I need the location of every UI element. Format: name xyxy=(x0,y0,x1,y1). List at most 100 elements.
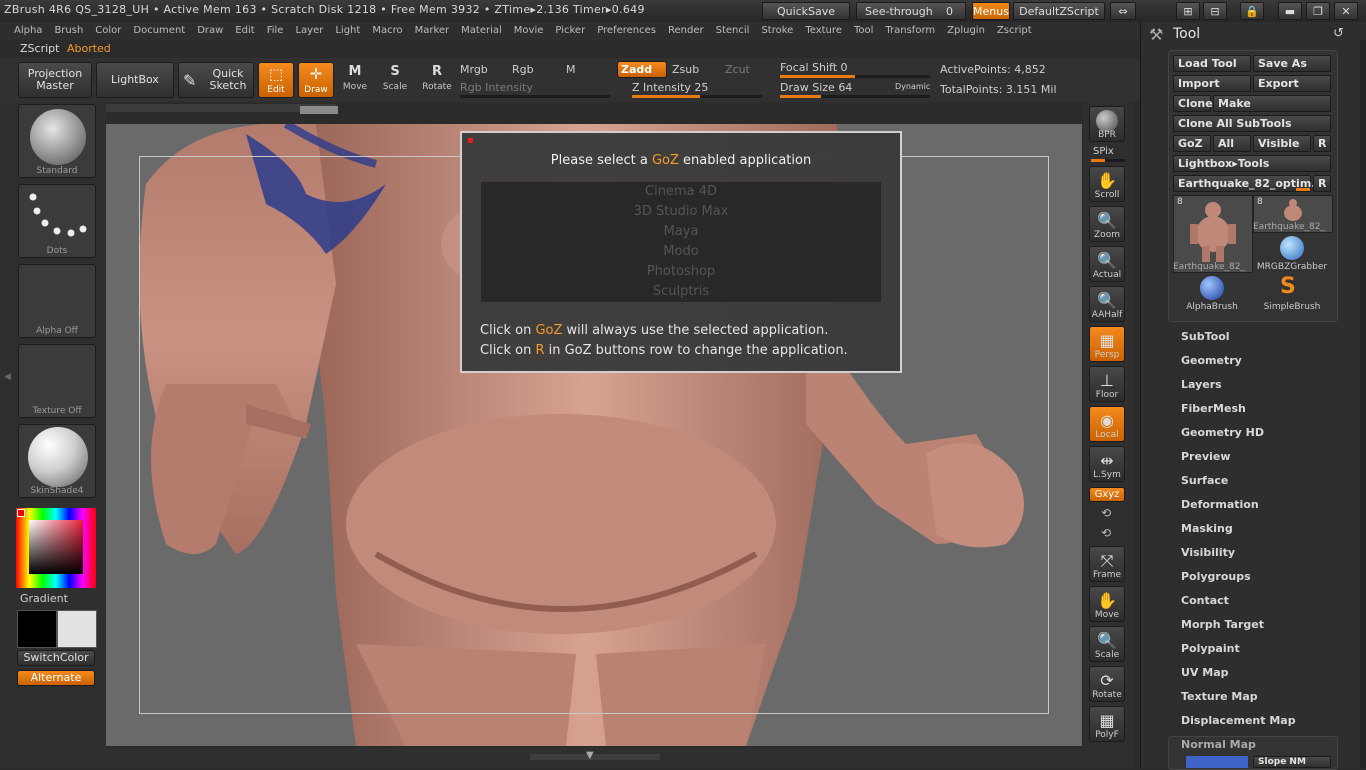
tool-palette-title[interactable]: Tool xyxy=(1173,26,1200,42)
application-list-item[interactable]: 3D Studio Max xyxy=(481,202,881,222)
lightbox-tools-button[interactable]: Lightbox▸Tools xyxy=(1173,155,1331,172)
frame-button[interactable]: ⤧ Frame xyxy=(1089,546,1125,582)
default-zscript-button[interactable]: DefaultZScript xyxy=(1013,2,1105,20)
mrgbz-grabber-icon[interactable] xyxy=(1280,236,1304,260)
menu-document[interactable]: Document xyxy=(127,22,191,40)
draw-button[interactable]: ✛ Draw xyxy=(298,62,334,98)
menu-marker[interactable]: Marker xyxy=(409,22,456,40)
subpalette-polygroups[interactable]: Polygroups xyxy=(1181,570,1251,583)
zoom-button[interactable]: 🔍 Zoom xyxy=(1089,206,1125,242)
tab-strip-thumb[interactable] xyxy=(300,106,338,114)
application-list-item[interactable]: Photoshop xyxy=(481,262,881,282)
alpha-brush-icon[interactable] xyxy=(1200,276,1224,300)
simple-brush-icon[interactable]: S xyxy=(1280,274,1296,299)
current-tool-slider[interactable]: Earthquake_82_optim. xyxy=(1173,175,1315,192)
subpalette-deformation[interactable]: Deformation xyxy=(1181,498,1259,511)
restore-icon[interactable]: ❐ xyxy=(1306,2,1330,20)
goz-button[interactable]: GoZ xyxy=(1173,135,1211,152)
secondary-color-swatch[interactable] xyxy=(17,610,57,648)
import-button[interactable]: Import xyxy=(1173,75,1251,92)
subpalette-texture-map[interactable]: Texture Map xyxy=(1181,690,1258,703)
menu-render[interactable]: Render xyxy=(662,22,710,40)
rgb-intensity-slider[interactable] xyxy=(460,95,610,98)
application-list[interactable]: Cinema 4D 3D Studio Max Maya Modo Photoshop S… xyxy=(481,182,881,302)
menu-transform[interactable]: Transform xyxy=(879,22,941,40)
spix-label[interactable]: SPix xyxy=(1093,146,1114,157)
subpalette-preview[interactable]: Preview xyxy=(1181,450,1231,463)
normal-map-subpalette[interactable]: Normal Map xyxy=(1181,738,1256,751)
z-intensity-slider[interactable] xyxy=(632,95,762,98)
lsym-button[interactable]: ⇹ L.Sym xyxy=(1089,446,1125,482)
texture-thumbnail[interactable]: Texture Off xyxy=(18,344,96,418)
menu-color[interactable]: Color xyxy=(89,22,127,40)
mrgb-button[interactable]: Mrgb xyxy=(460,63,488,76)
local-button[interactable]: ◉ Local xyxy=(1089,406,1125,442)
load-tool-button[interactable]: Load Tool xyxy=(1173,55,1251,72)
menu-texture[interactable]: Texture xyxy=(799,22,848,40)
menu-picker[interactable]: Picker xyxy=(549,22,591,40)
rotate-button[interactable]: R Rotate xyxy=(420,64,454,98)
scale-view-button[interactable]: 🔍 Scale xyxy=(1089,626,1125,662)
slope-nm-button[interactable]: Slope NM xyxy=(1253,756,1331,768)
application-list-item[interactable]: Modo xyxy=(481,242,881,262)
menu-zplugin[interactable]: Zplugin xyxy=(941,22,991,40)
subpalette-geometry[interactable]: Geometry xyxy=(1181,354,1242,367)
menu-layer[interactable]: Layer xyxy=(289,22,329,40)
zadd-button[interactable]: Zadd xyxy=(617,61,667,78)
rotate-z-icon[interactable]: ⟲ xyxy=(1101,526,1111,540)
rotate-view-button[interactable]: ⟳ Rotate xyxy=(1089,666,1125,702)
menu-stroke[interactable]: Stroke xyxy=(755,22,799,40)
main-color-swatch[interactable] xyxy=(57,610,97,648)
goz-visible-button[interactable]: Visible xyxy=(1253,135,1311,152)
subpalette-subtool[interactable]: SubTool xyxy=(1181,330,1230,343)
menu-movie[interactable]: Movie xyxy=(508,22,550,40)
bottom-tray-handle[interactable] xyxy=(530,754,660,760)
actual-button[interactable]: 🔍 Actual xyxy=(1089,246,1125,282)
subpalette-morph-target[interactable]: Morph Target xyxy=(1181,618,1264,631)
focal-shift-slider[interactable] xyxy=(780,75,930,78)
subpalette-polypaint[interactable]: Polypaint xyxy=(1181,642,1240,655)
menu-light[interactable]: Light xyxy=(329,22,366,40)
scroll-button[interactable]: ✋ Scroll xyxy=(1089,166,1125,202)
clone-button[interactable]: Clone xyxy=(1173,95,1213,112)
brush-thumbnail[interactable]: Standard xyxy=(18,104,96,178)
switch-color-button[interactable]: SwitchColor xyxy=(17,650,95,666)
menu-preferences[interactable]: Preferences xyxy=(591,22,662,40)
layout-arrows-icon[interactable]: ⇔ xyxy=(1110,2,1136,20)
material-thumbnail[interactable]: SkinShade4 xyxy=(18,424,96,498)
minimize-icon[interactable]: ▬ xyxy=(1278,2,1302,20)
menus-button[interactable]: Menus xyxy=(972,2,1010,20)
spix-slider[interactable] xyxy=(1091,159,1125,162)
application-list-item[interactable]: Cinema 4D xyxy=(481,182,881,202)
subpalette-geometry-hd[interactable]: Geometry HD xyxy=(1181,426,1264,439)
edit-button[interactable]: ⬚ Edit xyxy=(258,62,294,98)
subpalette-fibermesh[interactable]: FiberMesh xyxy=(1181,402,1246,415)
goz-all-button[interactable]: All xyxy=(1213,135,1251,152)
menu-draw[interactable]: Draw xyxy=(191,22,229,40)
clone-all-subtools-button[interactable]: Clone All SubTools xyxy=(1173,115,1331,132)
menu-stencil[interactable]: Stencil xyxy=(710,22,756,40)
application-list-item[interactable]: Maya xyxy=(481,222,881,242)
quick-sketch-button[interactable]: ✎ Quick Sketch xyxy=(178,62,254,98)
normal-map-button[interactable] xyxy=(1186,756,1248,768)
projection-master-button[interactable]: Projection Master xyxy=(18,62,92,98)
zcut-button[interactable]: Zcut xyxy=(725,63,750,76)
move-button[interactable]: M Move xyxy=(340,64,370,98)
menu-alpha[interactable]: Alpha xyxy=(0,22,48,40)
menu-file[interactable]: File xyxy=(261,22,290,40)
bpr-button[interactable]: BPR xyxy=(1089,106,1125,142)
export-button[interactable]: Export xyxy=(1253,75,1331,92)
menu-zscript[interactable]: Zscript xyxy=(991,22,1038,40)
aahalf-button[interactable]: 🔍 AAHalf xyxy=(1089,286,1125,322)
alpha-thumbnail[interactable]: Alpha Off xyxy=(18,264,96,338)
see-through-slider[interactable]: See-through 0 xyxy=(856,2,966,20)
tool-r-button[interactable]: R xyxy=(1313,175,1331,192)
move-view-button[interactable]: ✋ Move xyxy=(1089,586,1125,622)
subpalette-masking[interactable]: Masking xyxy=(1181,522,1233,535)
floor-button[interactable]: ⊥ Floor xyxy=(1089,366,1125,402)
close-icon[interactable]: ✕ xyxy=(1334,2,1358,20)
subpalette-layers[interactable]: Layers xyxy=(1181,378,1222,391)
lightbox-button[interactable]: LightBox xyxy=(96,62,174,98)
lock-icon[interactable]: 🔒 xyxy=(1240,2,1264,20)
menu-material[interactable]: Material xyxy=(455,22,508,40)
